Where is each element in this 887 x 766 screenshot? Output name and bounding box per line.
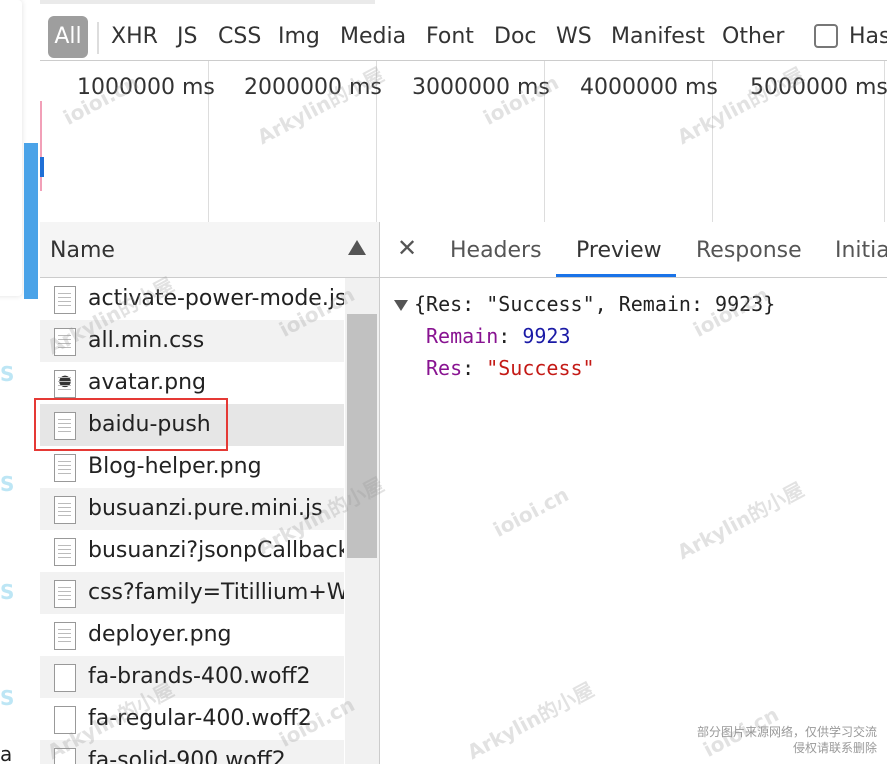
font-file-icon	[54, 664, 76, 692]
filter-bar: All XHR JS CSS Img Media Font Doc WS Man…	[40, 0, 887, 60]
page-card	[0, 0, 22, 296]
filter-xhr-button[interactable]: XHR	[111, 24, 158, 49]
filter-js-button[interactable]: JS	[177, 24, 197, 49]
details-tab-bar: ✕ Headers Preview Response Initia	[380, 222, 887, 278]
file-script-icon	[54, 496, 76, 524]
name-column-header[interactable]: Name	[40, 222, 379, 278]
filter-manifest-button[interactable]: Manifest	[611, 24, 705, 49]
timeline-tick-label: 1000000 ms	[77, 75, 215, 100]
json-key: Remain	[426, 324, 499, 348]
name-column-label: Name	[50, 238, 115, 263]
filter-img-button[interactable]: Img	[278, 24, 320, 49]
request-details-panel: ✕ Headers Preview Response Initia {Res: …	[380, 222, 887, 764]
request-name: deployer.png	[88, 622, 232, 647]
json-field: Remain: 9923	[426, 324, 571, 348]
request-name: fa-regular-400.woff2	[88, 706, 312, 731]
request-name: fa-brands-400.woff2	[88, 664, 311, 689]
image-file-icon	[54, 622, 76, 650]
request-row[interactable]: fa-regular-400.woff2	[40, 698, 344, 740]
request-name: fa-solid-900.woff2	[88, 748, 286, 764]
json-value: 9923	[522, 324, 571, 348]
request-name: busuanzi.pure.mini.js	[88, 496, 323, 521]
file-script-icon	[54, 538, 76, 566]
close-icon[interactable]: ✕	[397, 234, 417, 262]
file-stylesheet-icon	[54, 580, 76, 608]
selected-request-highlight	[34, 398, 228, 451]
timeline-tick-label: 3000000 ms	[412, 75, 550, 100]
request-row[interactable]: css?family=Titillium+We	[40, 572, 344, 614]
image-avatar-icon	[54, 370, 76, 398]
json-root[interactable]: {Res: "Success", Remain: 9923}	[394, 288, 775, 320]
notice-line: 侵权请联系删除	[792, 741, 877, 755]
tab-initiator[interactable]: Initia	[835, 238, 887, 263]
request-name: css?family=Titillium+We	[88, 580, 344, 605]
file-script-icon	[54, 286, 76, 314]
request-list: activate-power-mode.js all.min.css avatar.…	[40, 278, 344, 764]
page-glyph: S	[0, 472, 15, 496]
request-row[interactable]: activate-power-mode.js	[40, 278, 344, 320]
request-name: activate-power-mode.js	[88, 286, 344, 311]
filter-css-button[interactable]: CSS	[218, 24, 261, 49]
page-glyph: S	[0, 580, 15, 604]
page-letter: a	[0, 742, 13, 766]
active-tab-indicator	[556, 274, 676, 277]
file-stylesheet-icon	[54, 328, 76, 356]
tab-response[interactable]: Response	[696, 238, 802, 263]
json-value: "Success"	[486, 356, 595, 380]
request-name: busuanzi?jsonpCallback.	[88, 538, 344, 563]
timeline-tick-label: 4000000 ms	[580, 75, 718, 100]
request-name: avatar.png	[88, 370, 206, 395]
filter-media-button[interactable]: Media	[340, 24, 406, 49]
json-field: Res: "Success"	[426, 356, 595, 380]
request-row[interactable]: all.min.css	[40, 320, 344, 362]
timeline-tick-label: 5000000 ms	[750, 75, 887, 100]
page-left-strip: S S S S a	[0, 0, 40, 766]
tab-headers[interactable]: Headers	[450, 238, 542, 263]
filter-other-button[interactable]: Other	[722, 24, 784, 49]
page-glyph: S	[0, 686, 15, 710]
request-list-panel: Name activate-power-mode.js all.min.css av…	[40, 222, 380, 764]
request-row[interactable]: busuanzi.pure.mini.js	[40, 488, 344, 530]
filter-divider	[97, 22, 99, 54]
copyright-notice: 部分图片来源网络，仅供学习交流 侵权请联系删除	[697, 724, 877, 756]
tab-preview[interactable]: Preview	[576, 238, 662, 263]
request-row[interactable]: Blog-helper.png	[40, 446, 344, 488]
page-glyph: S	[0, 362, 15, 386]
request-name: all.min.css	[88, 328, 205, 353]
has-blocked-checkbox[interactable]	[814, 24, 838, 48]
notice-line: 部分图片来源网络，仅供学习交流	[696, 725, 877, 739]
request-list-scrollbar[interactable]	[345, 278, 379, 764]
request-name: Blog-helper.png	[88, 454, 262, 479]
page-blue-bar	[24, 143, 38, 299]
request-row[interactable]: deployer.png	[40, 614, 344, 656]
json-key: Res	[426, 356, 463, 380]
request-row[interactable]: busuanzi?jsonpCallback.	[40, 530, 344, 572]
has-blocked-label: Has	[849, 24, 887, 49]
filter-all-button[interactable]: All	[48, 16, 88, 58]
font-file-icon	[54, 706, 76, 734]
font-file-icon	[54, 748, 76, 764]
request-row[interactable]: fa-brands-400.woff2	[40, 656, 344, 698]
request-row[interactable]: fa-solid-900.woff2	[40, 740, 344, 764]
filter-font-button[interactable]: Font	[426, 24, 474, 49]
filter-ws-button[interactable]: WS	[556, 24, 592, 49]
json-preview: {Res: "Success", Remain: 9923} Remain: 9…	[394, 288, 775, 384]
scrollbar-thumb[interactable]	[347, 314, 377, 558]
json-summary: {Res: "Success", Remain: 9923}	[414, 292, 776, 316]
expand-triangle-icon[interactable]	[394, 300, 408, 311]
image-file-icon	[54, 454, 76, 482]
sort-ascending-icon[interactable]	[348, 240, 366, 255]
timeline-tick-label: 2000000 ms	[244, 75, 382, 100]
filter-input-edge	[40, 0, 375, 4]
filter-doc-button[interactable]: Doc	[494, 24, 537, 49]
overview-timeline[interactable]: 1000000 ms 2000000 ms 3000000 ms 4000000…	[40, 60, 887, 224]
